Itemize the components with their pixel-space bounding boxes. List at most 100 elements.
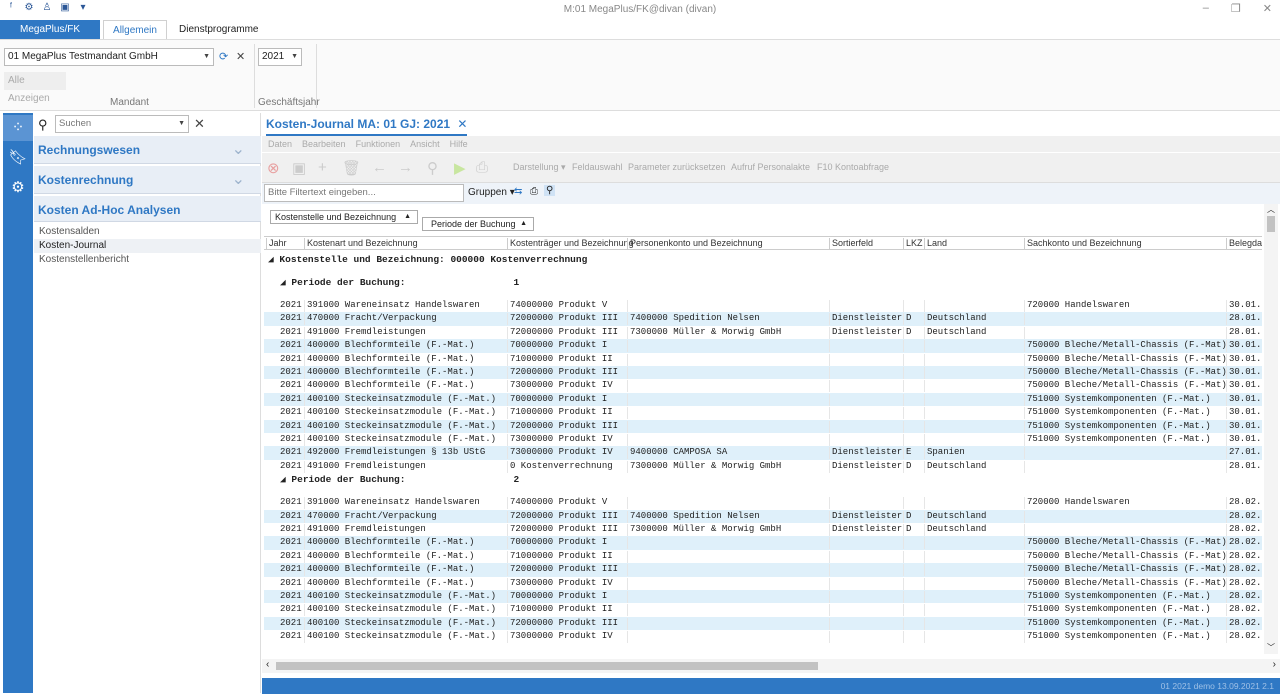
column-header[interactable]: Land [924,238,947,250]
table-row[interactable]: 2021 400000 Blechformteile (F.-Mat.) 72000… [264,563,1262,577]
table-row[interactable]: 2021 400000 Blechformteile (F.-Mat.) 72000… [264,366,1262,380]
tab-app[interactable]: MegaPlus/FK [0,20,100,39]
menu-bearbeiten[interactable]: Bearbeiten [302,136,346,152]
refresh-icon[interactable]: ⟳ [219,50,228,63]
clear-icon[interactable]: ✕ [236,50,245,63]
column-header[interactable]: LKZ [903,238,923,250]
group-chip-periode[interactable]: Periode der Buchung ▲ [422,217,534,231]
column-header[interactable]: Sortierfeld [829,238,873,250]
menu-ansicht[interactable]: Ansicht [410,136,440,152]
column-header[interactable]: Jahr [266,238,287,250]
arrow-left-icon[interactable]: ← [372,159,387,176]
sidebar-search-input[interactable]: Suchen ▼ [55,115,189,133]
play-icon[interactable]: ▶ [454,159,466,177]
search-icon[interactable]: ⚲ [544,185,556,196]
document-tab[interactable]: Kosten-Journal MA: 01 GJ: 2021 ✕ [266,117,468,136]
delete-icon[interactable]: 🗑︎ [342,159,361,177]
table-row[interactable]: 2021 400100 Steckeinsatzmodule (F.-Mat.) 7… [264,392,1262,407]
close-icon[interactable]: ✕ [1263,2,1272,15]
table-row[interactable]: 2021 400100 Steckeinsatzmodule (F.-Mat.) 7… [264,406,1262,420]
filter-input[interactable]: Bitte Filtertext eingeben... [264,184,464,202]
period-header-row[interactable]: ◢ Periode der Buchung: 2 [280,474,1262,486]
toolbar-feldauswahl[interactable]: Feldauswahl [572,162,623,172]
tab-general[interactable]: Allgemein [103,20,167,39]
scroll-thumb[interactable] [276,662,818,670]
table-row[interactable]: 2021 400000 Blechformteile (F.-Mat.) 70000… [264,536,1262,550]
scroll-left-icon[interactable]: ‹ [266,659,269,670]
table-row[interactable]: 2021 391000 Wareneinsatz Handelswaren 7400… [264,496,1262,510]
search-icon[interactable]: ⚲ [427,159,438,177]
table-row[interactable]: 2021 400100 Steckeinsatzmodule (F.-Mat.) 7… [264,433,1262,446]
table-row[interactable]: 2021 492000 Fremdleistungen § 13b UStG 730… [264,446,1262,460]
table-row[interactable]: 2021 400100 Steckeinsatzmodule (F.-Mat.) 7… [264,630,1262,644]
column-header[interactable]: Sachkonto und Bezeichnung [1024,238,1142,250]
toolbar-personalakte[interactable]: Aufruf Personalakte [731,162,810,172]
apps-icon[interactable]: ⁘ [3,115,33,141]
section-adhoc[interactable]: Kosten Ad-Hoc Analysen [34,196,261,222]
group-header-row[interactable]: ◢ Kostenstelle und Bezeichnung: 000000 K… [268,254,1262,265]
vertical-scrollbar[interactable]: ︿ ﹀ [1264,204,1278,654]
table-row[interactable]: 2021 391000 Wareneinsatz Handelswaren 7400… [264,299,1262,312]
minimize-icon[interactable]: – [1203,2,1209,15]
toolbar-darstellung[interactable]: Darstellung ▾ [513,162,566,173]
table-row[interactable]: 2021 491000 Fremdleistungen 0 Kostenverrec… [264,460,1262,473]
table-row[interactable]: 2021 400000 Blechformteile (F.-Mat.) 71000… [264,550,1262,563]
table-cell: 2021 [280,313,302,324]
show-all-button[interactable]: Alle Anzeigen [4,72,66,104]
gear-icon[interactable]: ⚙ [3,175,33,201]
table-row[interactable]: 2021 400100 Steckeinsatzmodule (F.-Mat.) 7… [264,419,1262,433]
cancel-icon[interactable]: ⊗ [267,159,280,177]
export-icon[interactable]: ⇆ [514,186,522,197]
group-chip-kostenstelle[interactable]: Kostenstelle und Bezeichnung ▲ [270,210,418,224]
close-icon[interactable]: ✕ [194,116,205,132]
table-row[interactable]: 2021 491000 Fremdleistungen 72000000 Produ… [264,523,1262,536]
table-row[interactable]: 2021 400100 Steckeinsatzmodule (F.-Mat.) 7… [264,616,1262,631]
table-row[interactable]: 2021 400100 Steckeinsatzmodule (F.-Mat.) 7… [264,590,1262,604]
horizontal-scrollbar[interactable]: ‹ › [262,659,1280,673]
print-icon[interactable]: ⎙ [476,159,488,176]
scroll-right-icon[interactable]: › [1273,659,1276,670]
column-header[interactable]: Belegdat [1226,238,1262,250]
menu-funktionen[interactable]: Funktionen [356,136,401,152]
sidebar-item-kostenstellenbericht[interactable]: Kostenstellenbericht [34,253,261,267]
table-cell: 751000 Systemkomponenten (F.-Mat.) [1024,407,1211,420]
bookmark-icon[interactable]: 🔖︎ [3,145,33,171]
column-header[interactable]: Kostenträger und Bezeichnung [507,238,634,250]
table-cell [924,497,927,510]
column-header[interactable]: Personenkonto und Bezeichnung [627,238,763,250]
table-row[interactable]: 2021 400000 Blechformteile (F.-Mat.) 73000… [264,379,1262,393]
arrow-right-icon[interactable]: → [398,159,413,176]
table-row[interactable]: 2021 491000 Fremdleistungen 72000000 Produ… [264,326,1262,339]
table-row[interactable]: 2021 400100 Steckeinsatzmodule (F.-Mat.) 7… [264,603,1262,617]
table-row[interactable]: 2021 400000 Blechformteile (F.-Mat.) 70000… [264,339,1262,353]
table-cell: 72000000 Produkt III [507,313,618,326]
groups-dropdown[interactable]: Gruppen ▾ [468,187,515,198]
close-icon[interactable]: ✕ [457,117,467,131]
scroll-up-icon[interactable]: ︿ [1267,204,1275,215]
add-icon[interactable]: + [318,159,327,176]
restore-icon[interactable]: ❐ [1231,2,1241,15]
table-row[interactable]: 2021 400000 Blechformteile (F.-Mat.) 71000… [264,353,1262,366]
period-header-row[interactable]: ◢ Periode der Buchung: 1 [280,277,1262,288]
table-row[interactable]: 2021 470000 Fracht/Verpackung 72000000 Pro… [264,312,1262,326]
client-select[interactable]: 01 MegaPlus Testmandant GmbH ▼ [4,48,214,66]
menu-hilfe[interactable]: Hilfe [450,136,468,152]
ribbon: 01 MegaPlus Testmandant GmbH ▼ ⟳ ✕ Alle … [0,39,1280,111]
year-group-label: Geschäftsjahr [258,97,320,108]
section-kostenrechnung[interactable]: Kostenrechnung ⌄ [34,166,261,194]
print-icon[interactable]: ⎙ [530,186,538,197]
sidebar-item-kostensalden[interactable]: Kostensalden [34,225,261,239]
table-row[interactable]: 2021 400000 Blechformteile (F.-Mat.) 73000… [264,577,1262,590]
section-rechnungswesen[interactable]: Rechnungswesen ⌄ [34,136,261,164]
scroll-down-icon[interactable]: ﹀ [1267,642,1275,653]
toolbar-parameter-reset[interactable]: Parameter zurücksetzen [628,162,726,172]
menu-daten[interactable]: Daten [268,136,292,152]
scroll-thumb[interactable] [1267,216,1275,232]
column-header[interactable]: Kostenart und Bezeichnung [304,238,418,250]
tab-utilities[interactable]: Dienstprogramme [167,20,270,39]
save-icon[interactable]: ▣ [292,159,306,177]
sidebar-item-kosten-journal[interactable]: Kosten-Journal [34,239,261,253]
toolbar-kontoabfrage[interactable]: F10 Kontoabfrage [817,162,889,172]
year-select[interactable]: 2021 ▼ [258,48,302,66]
table-row[interactable]: 2021 470000 Fracht/Verpackung 72000000 Pro… [264,509,1262,523]
